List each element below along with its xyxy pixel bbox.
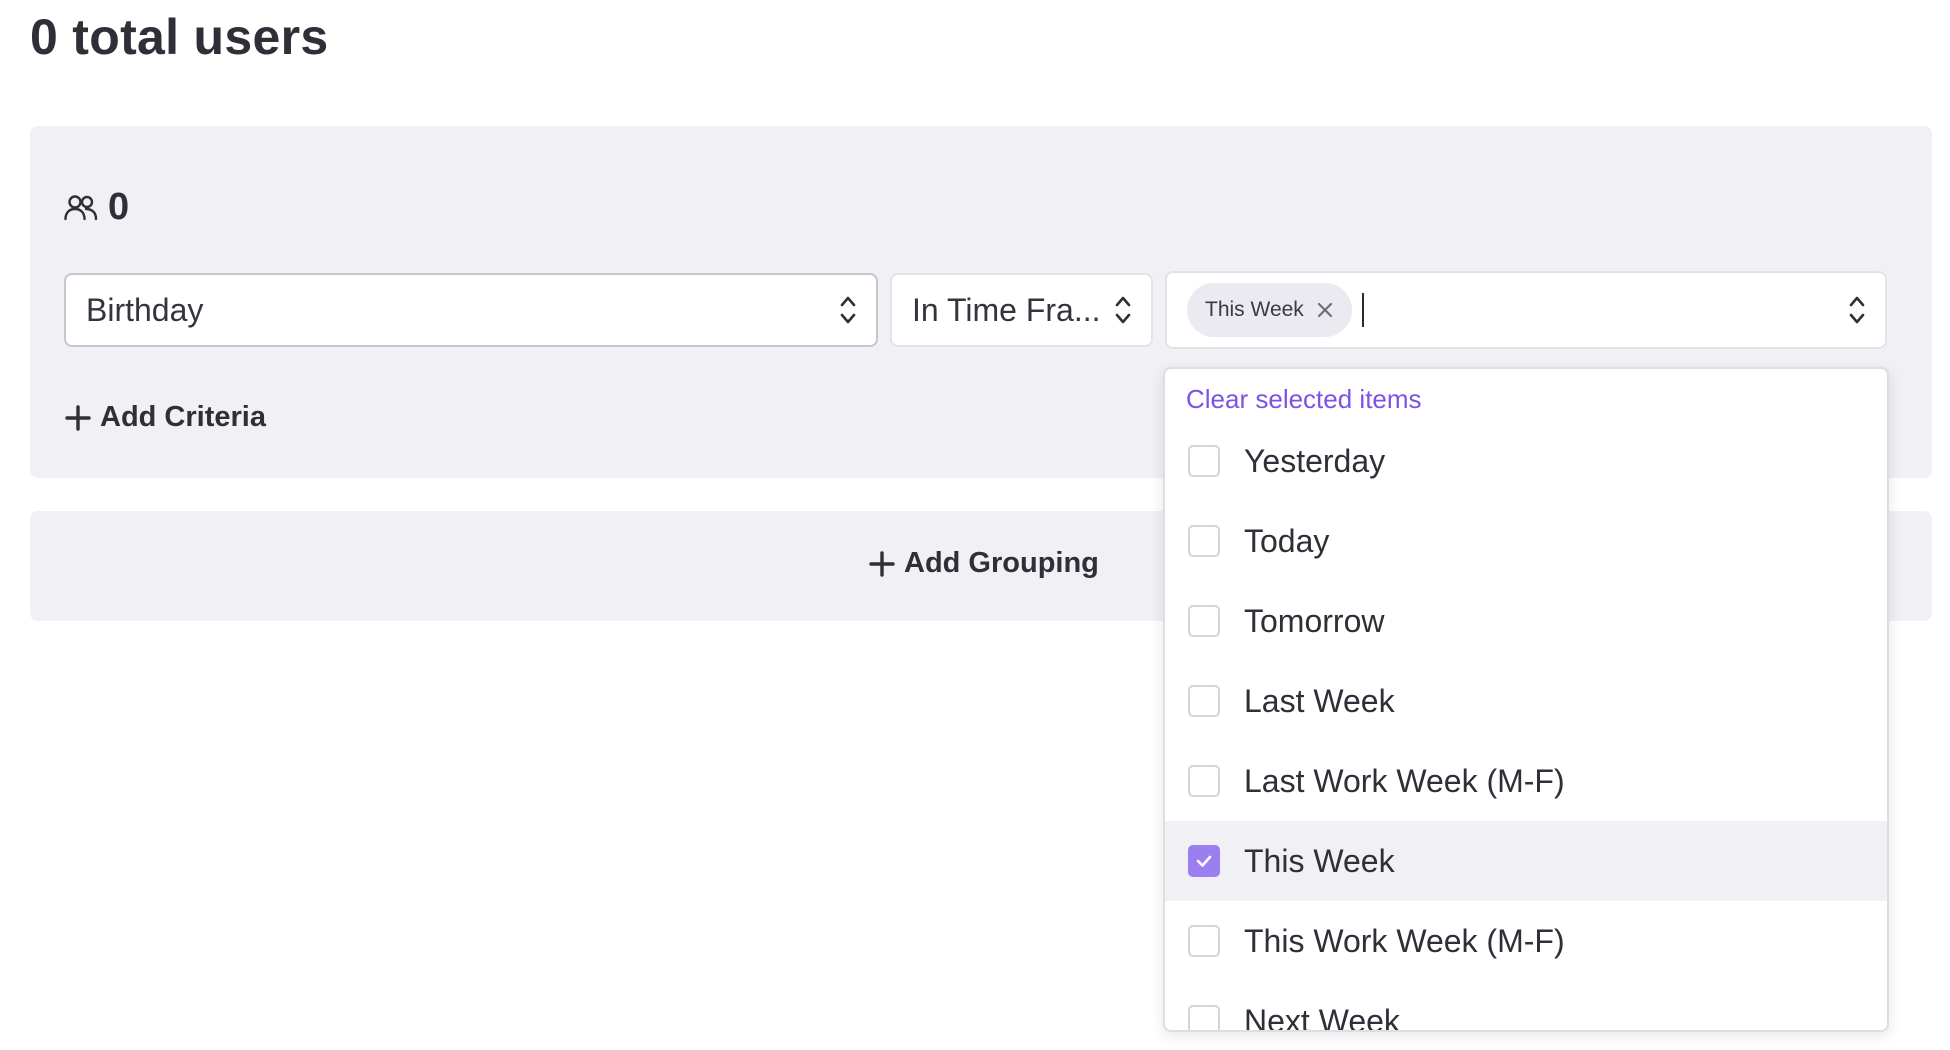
option-label: Last Work Week (M-F) [1244, 762, 1565, 799]
users-icon [64, 194, 98, 222]
option-label: Today [1244, 522, 1330, 559]
page-title: 0 total users [30, 9, 329, 65]
option-label: This Week [1244, 842, 1395, 879]
checkbox[interactable] [1188, 445, 1220, 477]
text-cursor [1361, 293, 1364, 327]
option-this-work-week[interactable]: This Work Week (M-F) [1165, 901, 1887, 981]
option-next-week[interactable]: Next Week [1165, 981, 1887, 1032]
segment-builder-page: 0 total users 0 Birthday In Time Fra... [0, 0, 1950, 1050]
user-count-value: 0 [108, 186, 130, 228]
option-tomorrow[interactable]: Tomorrow [1165, 581, 1887, 661]
checkbox[interactable] [1188, 605, 1220, 637]
timeframe-option-list: Yesterday Today Tomorrow Last Week Last … [1165, 421, 1887, 1032]
criteria-field-select[interactable]: Birthday [64, 273, 878, 347]
plus-icon [869, 550, 895, 577]
user-count: 0 [64, 186, 129, 229]
option-label: Tomorrow [1244, 602, 1385, 639]
checkbox[interactable] [1188, 1005, 1220, 1030]
criteria-field-value: Birthday [86, 291, 204, 328]
checkbox[interactable] [1188, 685, 1220, 717]
criteria-values-select[interactable]: This Week [1165, 271, 1887, 349]
option-label: Yesterday [1244, 442, 1386, 479]
option-label: Next Week [1244, 1002, 1400, 1032]
option-label: This Work Week (M-F) [1244, 922, 1565, 959]
add-grouping-button[interactable]: Add Grouping [868, 547, 1099, 580]
chip-label: This Week [1205, 298, 1304, 321]
criteria-operator-value: In Time Fra... [912, 291, 1101, 328]
option-today[interactable]: Today [1165, 501, 1887, 581]
chevron-up-down-icon [1115, 296, 1131, 324]
add-criteria-label: Add Criteria [100, 401, 266, 433]
option-last-work-week[interactable]: Last Work Week (M-F) [1165, 741, 1887, 821]
checkbox[interactable] [1188, 765, 1220, 797]
checkbox[interactable] [1188, 925, 1220, 957]
selected-value-chip: This Week [1187, 283, 1352, 337]
checkbox[interactable] [1188, 525, 1220, 557]
option-label: Last Week [1244, 682, 1395, 719]
option-last-week[interactable]: Last Week [1165, 661, 1887, 741]
option-this-week[interactable]: This Week [1165, 821, 1887, 901]
criteria-operator-select[interactable]: In Time Fra... [890, 273, 1153, 347]
check-icon [1196, 855, 1212, 867]
plus-icon [65, 404, 91, 431]
checkbox[interactable] [1188, 845, 1220, 877]
chevron-up-down-icon [1849, 296, 1865, 324]
clear-selected-items-link[interactable]: Clear selected items [1186, 384, 1422, 415]
chevron-up-down-icon [840, 296, 856, 324]
add-criteria-button[interactable]: Add Criteria [64, 401, 266, 434]
timeframe-dropdown-menu: Clear selected items Yesterday Today Tom… [1163, 367, 1889, 1032]
add-grouping-label: Add Grouping [904, 547, 1099, 579]
close-icon[interactable] [1316, 301, 1334, 319]
option-yesterday[interactable]: Yesterday [1165, 421, 1887, 501]
